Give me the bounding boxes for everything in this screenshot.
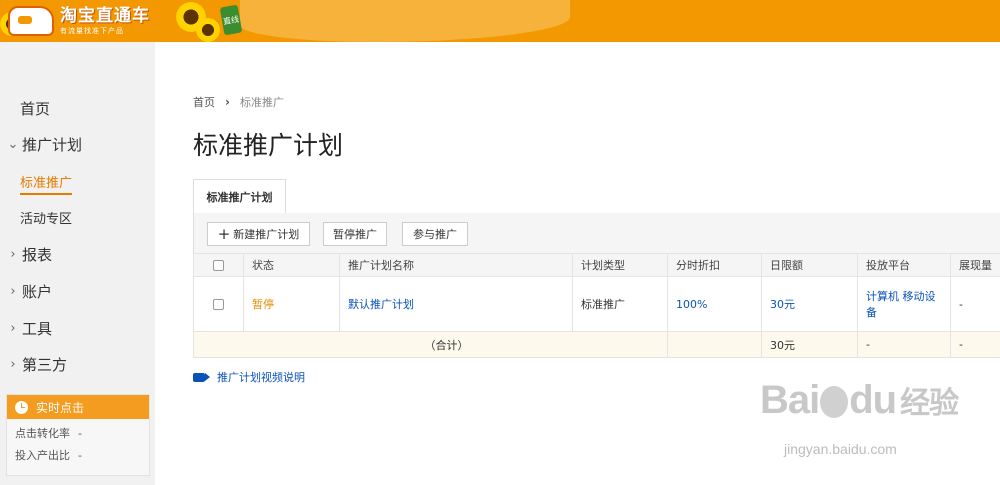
sidebar-item-third-party[interactable]: › 第三方 [0, 354, 155, 375]
platform-cell: 计算机 移动设备 [857, 276, 951, 332]
baidu-watermark: Bai du 经验 [760, 378, 959, 423]
new-plan-label: 新建推广计划 [233, 228, 300, 241]
chevron-right-icon: › [10, 247, 16, 262]
table-header-row: 状态 推广计划名称 计划类型 分时折扣 日限额 投放平台 展现量 [193, 253, 1000, 277]
plan-name-cell: 默认推广计划 [339, 276, 573, 332]
roi-label: 投入产出比 [15, 449, 70, 462]
video-help-link[interactable]: 推广计划视频说明 [193, 369, 305, 385]
sidebar-item-reports[interactable]: › 报表 [0, 244, 155, 265]
daily-limit-link[interactable]: 30元 [770, 298, 795, 311]
plan-name-link[interactable]: 默认推广计划 [348, 298, 414, 311]
ctr-value: - [78, 426, 82, 440]
chevron-right-icon: › [225, 95, 230, 109]
sidebar-item-label: 推广计划 [22, 136, 83, 154]
watermark-text-cn: 经验 [900, 387, 959, 420]
sidebar-item-label: 工具 [22, 320, 53, 338]
table-row: 暂停 默认推广计划 标准推广 100% 30元 计算机 移动设备 - [193, 276, 1000, 332]
realtime-clicks-panel: 实时点击 点击转化率 - 投入产出比 - [6, 394, 150, 476]
select-all-cell [193, 253, 244, 277]
sunflower-icon [196, 18, 220, 42]
roi-row: 投入产出比 - [7, 444, 149, 466]
sidebar-item-label: 报表 [22, 246, 53, 264]
sidebar-item-home[interactable]: 首页 [0, 98, 155, 119]
plus-icon: + [217, 224, 231, 243]
total-impressions: - [950, 331, 1000, 358]
sidebar-item-promotion-plan[interactable]: ⌄ 推广计划 [0, 134, 155, 155]
impressions-cell: - [950, 276, 1000, 332]
sidebar-item-account[interactable]: › 账户 [0, 281, 155, 302]
realtime-panel-header: 实时点击 [7, 395, 149, 419]
total-platform: - [857, 331, 951, 358]
ctr-row: 点击转化率 - [7, 422, 149, 444]
pause-button[interactable]: 暂停推广 [323, 222, 387, 246]
join-button[interactable]: 参与推广 [402, 222, 468, 246]
chevron-right-icon: › [10, 321, 16, 336]
sidebar-item-label: 首页 [20, 100, 51, 118]
breadcrumb-home[interactable]: 首页 [193, 94, 215, 110]
col-platform[interactable]: 投放平台 [857, 253, 951, 277]
row-checkbox[interactable] [213, 299, 224, 310]
breadcrumb-current: 标准推广 [239, 96, 284, 109]
toolbar: + 新建推广计划 暂停推广 参与推广 [193, 213, 1000, 253]
sidebar-item-standard-promotion[interactable]: 标准推广 [20, 172, 73, 195]
status-cell: 暂停 [243, 276, 340, 332]
chevron-down-icon: ⌄ [7, 137, 19, 152]
discount-cell: 100% [667, 276, 762, 332]
discount-link[interactable]: 100% [676, 298, 707, 311]
watermark-text-a: Bai [760, 378, 820, 422]
status-badge[interactable]: 暂停 [252, 298, 274, 311]
new-plan-button[interactable]: + 新建推广计划 [207, 222, 310, 246]
header-decoration [240, 0, 570, 42]
col-plan-name[interactable]: 推广计划名称 [339, 253, 573, 277]
daily-limit-cell: 30元 [761, 276, 858, 332]
watermark-url: jingyan.baidu.com [784, 441, 897, 457]
chevron-right-icon: › [10, 284, 16, 299]
top-header: 淘宝直通车 有流量找准下产品 直线 [0, 0, 1000, 42]
tab-standard-plan[interactable]: 标准推广计划 [193, 179, 286, 213]
total-label: （合计） [193, 331, 668, 358]
col-impressions[interactable]: 展现量 [950, 253, 1000, 277]
video-camera-icon [193, 372, 205, 382]
roi-value: - [78, 448, 82, 462]
sidebar-item-activity-zone[interactable]: 活动专区 [20, 208, 72, 227]
col-daily-limit[interactable]: 日限额 [761, 253, 858, 277]
car-logo-icon [8, 6, 54, 36]
paw-icon [820, 386, 849, 419]
col-time-discount[interactable]: 分时折扣 [667, 253, 762, 277]
total-daily-limit: 30元 [761, 331, 858, 358]
sidebar-item-tools[interactable]: › 工具 [0, 318, 155, 339]
page-title: 标准推广计划 [193, 131, 344, 160]
watermark-text-b: du [849, 378, 897, 422]
row-select-cell [193, 276, 244, 332]
plan-type-cell: 标准推广 [572, 276, 668, 332]
clock-icon [15, 400, 28, 414]
platform-link[interactable]: 计算机 移动设备 [866, 290, 936, 319]
sidebar: 首页 ⌄ 推广计划 标准推广 活动专区 › 报表 › 账户 › 工具 › 第三方… [0, 42, 155, 485]
realtime-title: 实时点击 [36, 400, 85, 415]
total-discount-cell [667, 331, 762, 358]
total-row: （合计） 30元 - - [193, 331, 1000, 358]
video-help-label: 推广计划视频说明 [217, 371, 305, 384]
select-all-checkbox[interactable] [213, 260, 224, 271]
header-badge: 直线 [219, 4, 243, 36]
ctr-label: 点击转化率 [15, 427, 70, 440]
sidebar-item-label: 第三方 [22, 356, 68, 374]
logo-title: 淘宝直通车 [60, 6, 150, 26]
chevron-right-icon: › [10, 357, 16, 372]
breadcrumb: 首页 › 标准推广 [193, 94, 284, 110]
plan-table: 状态 推广计划名称 计划类型 分时折扣 日限额 投放平台 展现量 暂停 默认推广… [193, 253, 1000, 358]
sidebar-item-label: 账户 [22, 283, 53, 301]
logo-subtitle: 有流量找准下产品 [60, 27, 124, 35]
col-status[interactable]: 状态 [243, 253, 340, 277]
col-plan-type[interactable]: 计划类型 [572, 253, 668, 277]
app-logo[interactable]: 淘宝直通车 有流量找准下产品 [8, 4, 150, 38]
